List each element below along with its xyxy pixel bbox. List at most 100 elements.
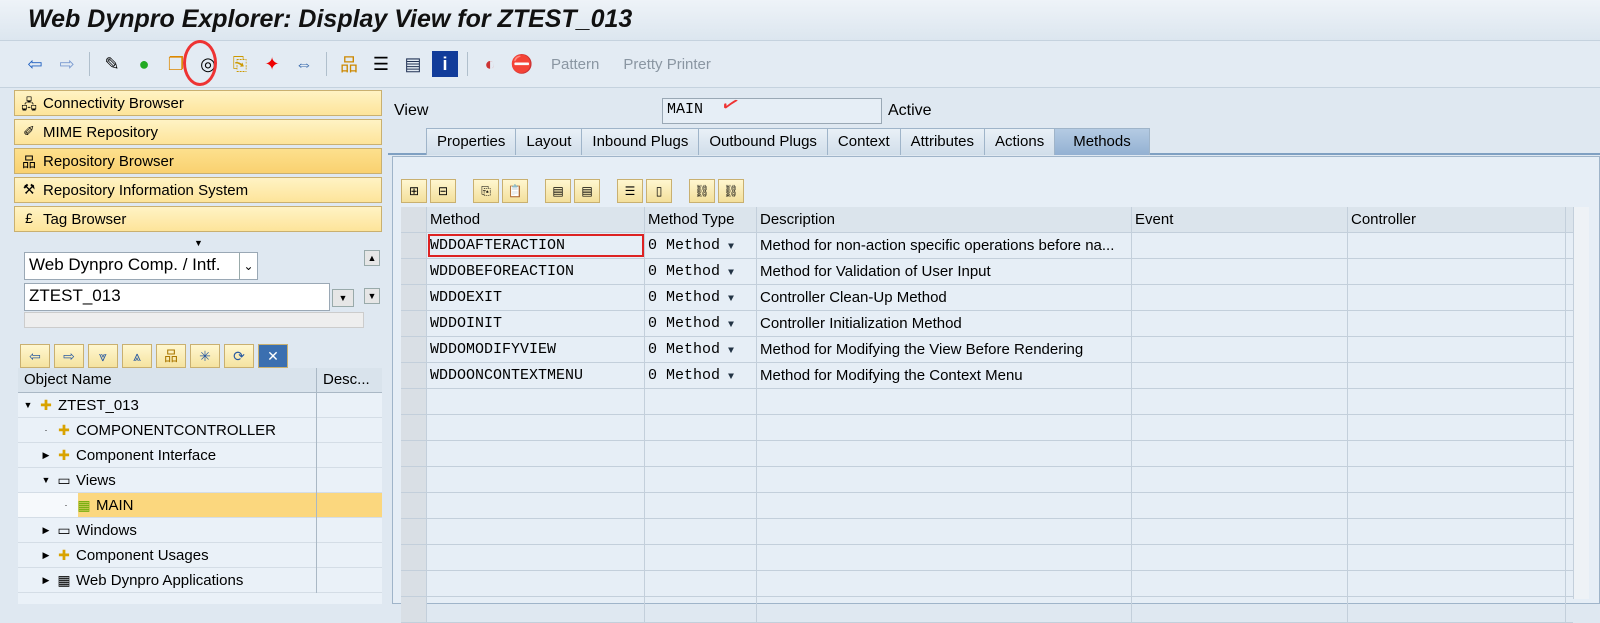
stop-user-icon[interactable]: ⛔ <box>509 51 535 77</box>
info-icon[interactable]: i <box>432 51 458 77</box>
hierarchy-icon[interactable]: 品 <box>336 51 362 77</box>
controller-cell[interactable] <box>1348 389 1566 414</box>
tree-node[interactable]: ▶ ▭ Windows <box>18 518 382 543</box>
row-selector[interactable] <box>401 285 427 310</box>
scroll-down-button[interactable]: ▼ <box>364 288 380 304</box>
pretty-printer-button[interactable]: Pretty Printer <box>623 56 711 73</box>
method-cell[interactable] <box>427 545 645 570</box>
description-cell[interactable] <box>757 467 1132 492</box>
repository-information-system-button[interactable]: ⚒ Repository Information System <box>14 177 382 203</box>
method-type-cell[interactable]: 0 Method ▼ <box>645 285 757 310</box>
method-cell[interactable]: WDDOEXIT <box>427 285 645 310</box>
dropdown-arrow-icon[interactable]: ▼ <box>728 268 734 279</box>
repository-browser-button[interactable]: 品 Repository Browser <box>14 148 382 174</box>
view-name-field[interactable]: MAIN <box>662 98 882 124</box>
collapse-all-icon[interactable]: ⩓ <box>122 344 152 368</box>
row-selector[interactable] <box>401 311 427 336</box>
description-cell[interactable] <box>757 389 1132 414</box>
event-cell[interactable] <box>1132 285 1348 310</box>
tab-attributes[interactable]: Attributes <box>899 128 985 155</box>
table-row[interactable]: WDDOAFTERACTION 0 Method ▼ Method for non-a… <box>401 233 1573 259</box>
event-cell[interactable] <box>1132 259 1348 284</box>
event-cell[interactable] <box>1132 389 1348 414</box>
layout-icon[interactable]: ▤ <box>400 51 426 77</box>
description-cell[interactable]: Method for Modifying the Context Menu <box>757 363 1132 388</box>
row-selector[interactable] <box>401 415 427 440</box>
method-type-cell[interactable] <box>645 519 757 544</box>
event-cell[interactable] <box>1132 441 1348 466</box>
table-row[interactable]: WDDOEXIT 0 Method ▼ Controller Clean-Up Met… <box>401 285 1573 311</box>
breakpoint-icon[interactable]: ◐ <box>477 51 503 77</box>
expander-icon[interactable]: ▼ <box>194 238 203 248</box>
tab-inbound-plugs[interactable]: Inbound Plugs <box>581 128 700 155</box>
method-cell[interactable]: WDDOINIT <box>427 311 645 336</box>
vertical-scrollbar[interactable] <box>1573 207 1589 599</box>
event-cell[interactable] <box>1132 519 1348 544</box>
controller-cell[interactable] <box>1348 493 1566 518</box>
description-cell[interactable]: Method for Modifying the View Before Ren… <box>757 337 1132 362</box>
tree-node[interactable]: ▶ ▦ Web Dynpro Applications <box>18 568 382 593</box>
method-type-cell[interactable] <box>645 597 757 622</box>
controller-cell[interactable] <box>1348 363 1566 388</box>
column-header-method[interactable]: Method <box>427 207 645 232</box>
tree-node[interactable]: ▶ ✚ Component Interface <box>18 443 382 468</box>
event-cell[interactable] <box>1132 415 1348 440</box>
active-inactive-icon[interactable]: ● <box>131 51 157 77</box>
column-header-event[interactable]: Event <box>1132 207 1348 232</box>
collapse-arrow-icon[interactable]: ▼ <box>22 400 34 410</box>
empty-table-row[interactable] <box>401 415 1573 441</box>
tab-properties[interactable]: Properties <box>426 128 517 155</box>
collapse-arrow-icon[interactable]: ▼ <box>40 475 52 485</box>
description-cell[interactable] <box>757 441 1132 466</box>
description-cell[interactable] <box>757 519 1132 544</box>
event-cell[interactable] <box>1132 311 1348 336</box>
controller-cell[interactable] <box>1348 259 1566 284</box>
row-selector[interactable] <box>401 519 427 544</box>
details-icon[interactable]: ☰ <box>617 179 643 203</box>
controller-cell[interactable] <box>1348 233 1566 258</box>
column-header-controller[interactable]: Controller <box>1348 207 1566 232</box>
find-icon[interactable]: ⛓ <box>689 179 715 203</box>
event-cell[interactable] <box>1132 467 1348 492</box>
expand-all-icon[interactable]: ⩔ <box>88 344 118 368</box>
controller-cell[interactable] <box>1348 441 1566 466</box>
method-cell[interactable] <box>427 467 645 492</box>
scroll-up-button[interactable]: ▲ <box>364 250 380 266</box>
method-cell[interactable] <box>427 415 645 440</box>
row-selector[interactable] <box>401 597 427 622</box>
description-cell[interactable]: Method for non-action specific operation… <box>757 233 1132 258</box>
back-icon[interactable]: ⇦ <box>20 344 50 368</box>
controller-cell[interactable] <box>1348 467 1566 492</box>
tab-methods[interactable]: Methods <box>1054 128 1150 155</box>
pattern-button[interactable]: Pattern <box>551 56 599 73</box>
event-cell[interactable] <box>1132 337 1348 362</box>
method-type-cell[interactable] <box>645 545 757 570</box>
empty-table-row[interactable] <box>401 571 1573 597</box>
select-all-cell[interactable] <box>401 207 427 232</box>
tab-outbound-plugs[interactable]: Outbound Plugs <box>698 128 828 155</box>
method-type-cell[interactable]: 0 Method ▼ <box>645 259 757 284</box>
empty-table-row[interactable] <box>401 389 1573 415</box>
expand-arrow-icon[interactable]: ▶ <box>40 525 52 536</box>
method-cell[interactable] <box>427 519 645 544</box>
stack-icon[interactable]: ☰ <box>368 51 394 77</box>
object-name-input[interactable]: ZTEST_013 <box>24 283 330 311</box>
display-change-icon[interactable]: ✎ <box>99 51 125 77</box>
method-type-cell[interactable] <box>645 415 757 440</box>
column-header-method-type[interactable]: Method Type <box>645 207 757 232</box>
expand-arrow-icon[interactable]: ▶ <box>40 575 52 586</box>
expand-arrow-icon[interactable]: ▶ <box>40 450 52 461</box>
dropdown-arrow-icon[interactable]: ▼ <box>728 346 734 357</box>
method-type-cell[interactable] <box>645 389 757 414</box>
column-header-description[interactable]: Desc... <box>316 368 376 392</box>
event-cell[interactable] <box>1132 363 1348 388</box>
empty-table-row[interactable] <box>401 597 1573 623</box>
check-icon[interactable]: ⎘ <box>227 51 253 77</box>
description-cell[interactable]: Method for Validation of User Input <box>757 259 1132 284</box>
controller-cell[interactable] <box>1348 597 1566 622</box>
forward-icon[interactable]: ⇨ <box>54 344 84 368</box>
close-icon[interactable]: ✕ <box>258 344 288 368</box>
append-row-icon[interactable]: ▤ <box>545 179 571 203</box>
expand-arrow-icon[interactable]: ▶ <box>40 550 52 561</box>
row-selector[interactable] <box>401 389 427 414</box>
